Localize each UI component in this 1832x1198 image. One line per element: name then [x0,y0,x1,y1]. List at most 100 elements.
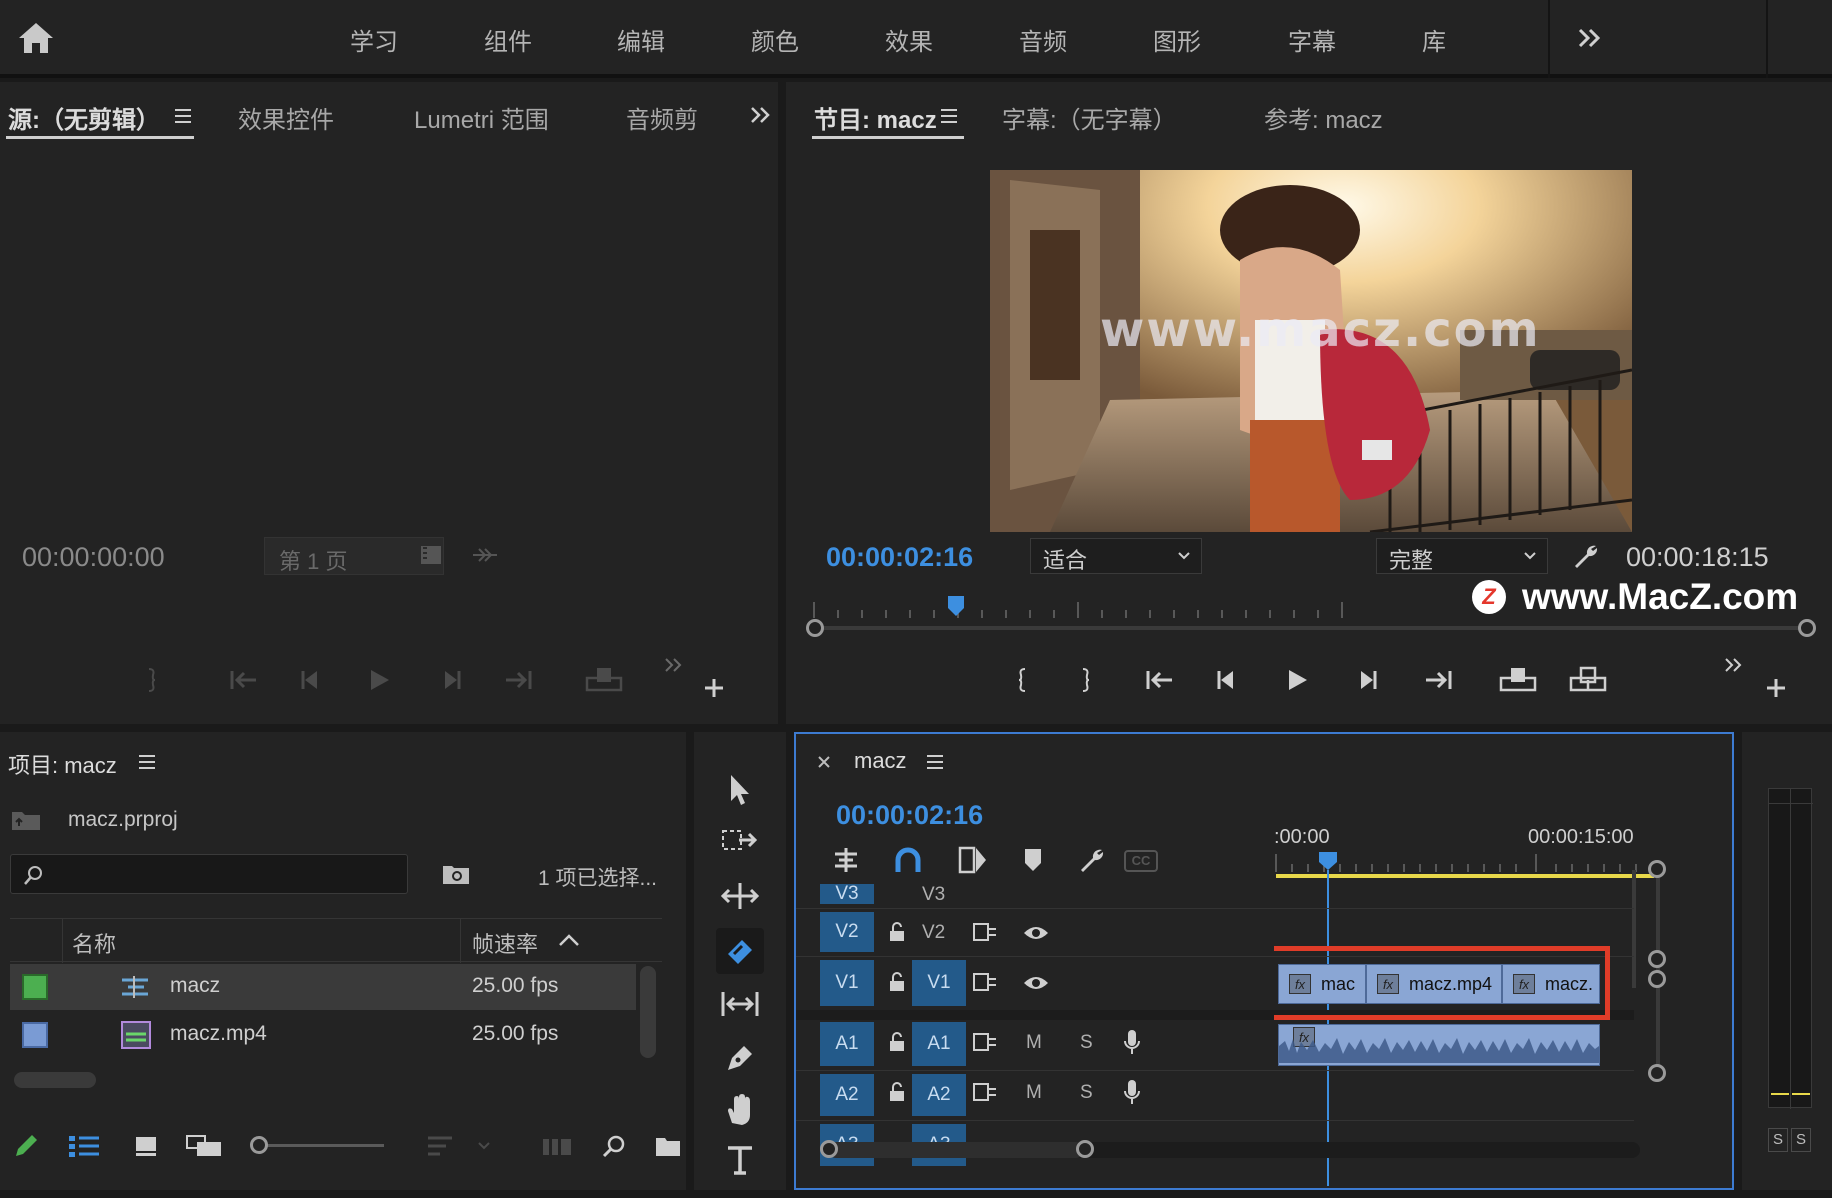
ripple-edit-tool-icon[interactable] [720,878,760,914]
timeline-timecode[interactable]: 00:00:02:16 [836,800,983,831]
tab-lumetri-scopes[interactable]: Lumetri 范围 [414,100,549,135]
zoom-slider-handle[interactable] [250,1136,268,1154]
freeform-view-icon[interactable] [184,1130,224,1162]
add-button-icon[interactable] [700,674,728,702]
scroll-handle[interactable] [1648,950,1666,968]
quality-select[interactable]: 完整 [1376,538,1548,574]
solo-left-button[interactable]: S [1768,1128,1788,1152]
zoom-slider[interactable] [258,1144,384,1147]
track-select-tool-icon[interactable] [720,824,760,860]
track-target-v3[interactable]: V3 [922,884,945,906]
sync-lock-icon[interactable] [972,1082,998,1102]
work-area-bar[interactable] [1276,874,1654,878]
lock-icon[interactable] [888,922,906,942]
scroll-handle[interactable] [1648,970,1666,988]
solo-button[interactable]: S [1080,1032,1093,1054]
step-back-icon[interactable] [296,666,326,694]
find-icon[interactable] [440,860,472,888]
sort-icon[interactable] [424,1132,456,1160]
close-icon[interactable] [814,752,834,772]
tab-audio-clip-mixer[interactable]: 音频剪 [626,100,700,135]
zoom-handle-right[interactable] [1798,619,1816,637]
program-ruler[interactable] [806,590,1366,620]
track-target-a1[interactable]: A1 [912,1022,966,1066]
video-audio-divider[interactable] [796,1010,1274,1020]
folder-up-icon[interactable] [8,806,44,834]
mute-button[interactable]: M [1026,1032,1042,1054]
track-toggle-v1[interactable]: V1 [820,960,874,1006]
workspace-libraries[interactable]: 库 [1422,22,1446,57]
timeline-zoom-thumb[interactable] [828,1142,1084,1158]
table-row[interactable]: macz.mp4 25.00 fps [10,1012,636,1058]
sync-lock-icon[interactable] [972,922,998,942]
track-target-v1[interactable]: V1 [912,960,966,1006]
workspace-color[interactable]: 颜色 [751,22,799,57]
tab-captions[interactable]: 字幕:（无字幕） [1002,100,1177,135]
source-timecode[interactable]: 00:00:00:00 [22,542,165,573]
search-icon[interactable] [598,1130,630,1162]
mark-out-icon[interactable] [142,666,162,694]
sequence-tab[interactable]: macz [854,748,907,774]
horizontal-scrollbar[interactable] [14,1072,96,1088]
go-to-out-icon[interactable] [1422,666,1456,694]
hand-tool-icon[interactable] [720,1090,760,1130]
audio-scrollbar[interactable] [1656,978,1660,1074]
microphone-icon[interactable] [1122,1078,1142,1106]
go-to-in-icon[interactable] [1142,666,1176,694]
extract-icon[interactable] [1568,664,1608,694]
track-target-a2[interactable]: A2 [912,1074,966,1116]
track-area[interactable]: fx mac fx macz.mp4 fx macz. fx [1274,880,1634,1180]
column-frame-rate[interactable]: 帧速率 [472,927,538,959]
solo-right-button[interactable]: S [1791,1128,1811,1152]
workspace-effects[interactable]: 效果 [885,22,933,57]
linked-selection-icon[interactable] [956,844,990,876]
eye-icon[interactable] [1022,974,1050,992]
track-toggle-v3[interactable]: V3 [820,883,874,904]
track-target-v2[interactable]: V2 [922,922,945,944]
wrench-icon[interactable] [1570,540,1602,572]
scroll-handle[interactable] [1648,1064,1666,1082]
video-preview[interactable]: www.macz.com [990,170,1632,532]
search-input[interactable] [10,854,408,894]
tab-program[interactable]: 节目: macz [814,100,937,135]
go-to-out-icon[interactable] [502,666,536,694]
list-view-icon[interactable] [66,1130,102,1162]
wrench-icon[interactable] [1076,844,1108,876]
workspace-assembly[interactable]: 组件 [484,22,532,57]
track-toggle-a1[interactable]: A1 [820,1022,874,1066]
lock-icon[interactable] [888,972,906,992]
step-forward-icon[interactable] [436,666,466,694]
selection-tool-icon[interactable] [722,770,758,810]
lift-icon[interactable] [1498,664,1538,694]
new-bin-icon[interactable] [652,1132,684,1160]
workspace-graphics[interactable]: 图形 [1153,22,1201,57]
track-toggle-a2[interactable]: A2 [820,1074,874,1116]
zoom-bar[interactable] [812,626,1812,630]
insert-sequence-icon[interactable] [830,844,862,876]
vertical-scrollbar[interactable] [640,966,656,1058]
zoom-handle-right[interactable] [1076,1140,1094,1158]
panel-menu-icon[interactable] [134,750,160,774]
tab-reference[interactable]: 参考: macz [1264,100,1383,135]
sync-lock-icon[interactable] [972,1032,998,1052]
lock-icon[interactable] [888,1032,906,1052]
snap-icon[interactable] [892,844,924,876]
label-color-swatch[interactable] [22,1022,48,1048]
automate-icon[interactable] [540,1132,574,1160]
type-tool-icon[interactable] [722,1140,758,1180]
column-name[interactable]: 名称 [72,927,116,959]
project-title[interactable]: 项目: macz [8,748,117,780]
tab-source[interactable]: 源:（无剪辑） [8,100,160,135]
panel-menu-icon[interactable] [170,104,196,128]
go-to-in-icon[interactable] [226,666,260,694]
lock-icon[interactable] [888,1082,906,1102]
more-buttons-icon[interactable] [660,654,688,676]
tab-effect-controls[interactable]: 效果控件 [238,100,334,135]
home-icon[interactable] [16,18,56,58]
mute-button[interactable]: M [1026,1082,1042,1104]
add-button-icon[interactable] [1762,674,1790,702]
more-workspaces-icon[interactable] [1572,20,1608,56]
zoom-handle-left[interactable] [806,619,824,637]
zoom-handle-left[interactable] [820,1140,838,1158]
more-tabs-icon[interactable] [748,102,774,128]
